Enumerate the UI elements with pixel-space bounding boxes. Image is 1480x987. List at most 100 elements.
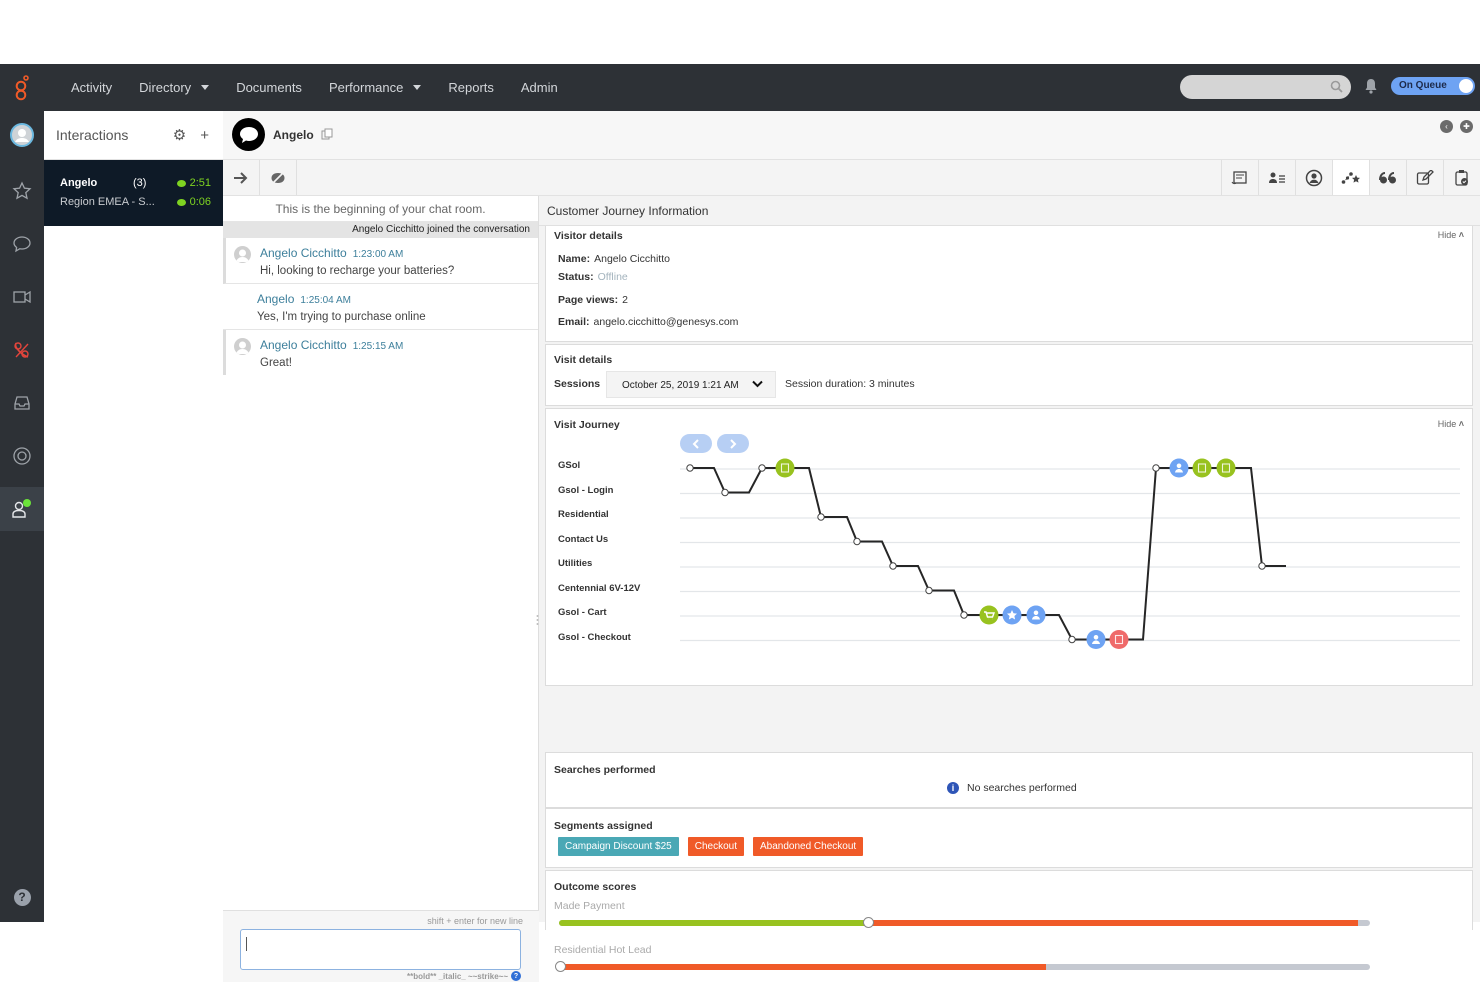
hide-visitor-button[interactable]: Hide ˄ — [1438, 230, 1464, 240]
rail-help[interactable]: ? — [0, 875, 44, 919]
interactions-title: Interactions — [56, 127, 173, 143]
bell-icon[interactable] — [1364, 78, 1378, 99]
journey-event-person-icon[interactable] — [1087, 630, 1106, 649]
lifebuoy-icon — [12, 446, 32, 466]
contact-list-icon — [1268, 171, 1286, 185]
journey-event-star-icon[interactable] — [1003, 606, 1022, 625]
interactions-header: Interactions ⚙ + — [44, 111, 223, 160]
rail-video[interactable] — [0, 275, 44, 319]
journey-event-content-icon[interactable] — [776, 459, 795, 478]
chat-icon — [12, 234, 32, 254]
interaction-timer-response: 0:06 — [177, 196, 211, 208]
message-sender: Angelo Cicchitto — [260, 246, 347, 260]
rail-phone[interactable] — [0, 328, 44, 372]
rail-chat[interactable] — [0, 222, 44, 266]
nav-documents[interactable]: Documents — [236, 80, 302, 95]
visit-details-heading: Visit details — [554, 354, 612, 366]
global-search-input[interactable] — [1180, 75, 1351, 99]
message-sender: Angelo Cicchitto — [260, 338, 347, 352]
journey-chart — [546, 409, 1474, 687]
score-threshold-marker — [555, 961, 566, 972]
help-icon[interactable]: ? — [511, 971, 521, 981]
nav-activity[interactable]: Activity — [71, 80, 112, 95]
nav-directory[interactable]: Directory — [139, 80, 209, 95]
wrapup-button[interactable] — [1443, 160, 1480, 195]
chat-avatar — [232, 118, 265, 151]
journey-event-chat-accept-icon[interactable] — [1217, 459, 1236, 478]
rail-agent-status[interactable] — [0, 487, 44, 531]
journey-page-node[interactable] — [818, 514, 824, 520]
message-time: 1:23:00 AM — [353, 249, 404, 260]
transfer-button[interactable] — [223, 160, 260, 195]
hide-chat-button[interactable] — [260, 160, 297, 195]
chevron-down-icon — [752, 372, 763, 399]
external-contact-button[interactable] — [1295, 160, 1332, 195]
outcome-scores-section: Outcome scores Made PaymentResidential H… — [545, 870, 1473, 930]
user-circle-icon — [1305, 169, 1323, 187]
journey-event-person-icon[interactable] — [1170, 459, 1189, 478]
journey-event-cart-icon[interactable] — [980, 606, 999, 625]
message-text: Yes, I'm trying to purchase online — [257, 311, 538, 323]
script-icon — [1231, 170, 1249, 186]
journey-event-person-icon[interactable] — [1027, 606, 1046, 625]
notes-button[interactable] — [1406, 160, 1443, 195]
script-button[interactable] — [1221, 160, 1258, 195]
journey-page-node[interactable] — [854, 538, 860, 544]
session-select[interactable]: October 25, 2019 1:21 AM — [606, 371, 776, 398]
visitor-details-section: Visitor details Hide ˄ Name:Angelo Cicch… — [545, 226, 1473, 342]
interaction-timer-total: 2:51 — [177, 177, 211, 189]
app-window: Activity Directory Documents Performance… — [0, 64, 1480, 922]
rail-support[interactable] — [0, 434, 44, 478]
gear-icon[interactable]: ⚙ — [173, 126, 186, 144]
visitor-page-views: Page views:2 — [558, 294, 628, 306]
visitor-details-heading: Visitor details — [554, 230, 623, 242]
outcome-score-label: Residential Hot Lead — [554, 944, 651, 956]
responses-button[interactable] — [1369, 160, 1406, 195]
nav-admin[interactable]: Admin — [521, 80, 558, 95]
journey-page-node[interactable] — [1069, 636, 1075, 642]
expand-circle-icon[interactable]: ✚ — [1460, 120, 1473, 133]
no-searches-notice: i No searches performed — [947, 782, 1077, 794]
interaction-card[interactable]: Angelo (3) 2:51 Region EMEA - S... 0:06 — [44, 160, 223, 226]
genesys-logo[interactable] — [0, 75, 44, 101]
journey-button[interactable] — [1332, 160, 1369, 195]
add-icon[interactable]: + — [200, 127, 209, 144]
message-input[interactable] — [240, 929, 521, 970]
journey-page-node[interactable] — [1259, 563, 1265, 569]
journey-page-node[interactable] — [961, 612, 967, 618]
left-rail: ? — [0, 111, 44, 922]
journey-event-chat-offer-icon[interactable] — [1193, 459, 1212, 478]
journey-page-node[interactable] — [722, 489, 728, 495]
back-circle-icon[interactable]: ‹ — [1440, 120, 1453, 133]
help-icon: ? — [14, 889, 31, 906]
journey-event-abandon-icon[interactable] — [1110, 630, 1129, 649]
customer-journey-panel: Customer Journey Information Visitor det… — [539, 196, 1480, 922]
journey-page-node[interactable] — [759, 465, 765, 471]
chat-slash-icon — [270, 171, 286, 185]
rail-avatar[interactable] — [0, 113, 44, 157]
score-threshold-marker — [863, 917, 874, 928]
phone-icon — [12, 340, 32, 360]
participant-data-button[interactable] — [1258, 160, 1295, 195]
segments-heading: Segments assigned — [554, 820, 653, 832]
journey-page-node[interactable] — [687, 465, 693, 471]
segment-tag: Abandoned Checkout — [753, 837, 863, 856]
nav-reports[interactable]: Reports — [448, 80, 494, 95]
copy-icon[interactable] — [321, 127, 333, 145]
journey-page-node[interactable] — [1153, 465, 1159, 471]
chat-begin-notice: This is the beginning of your chat room. — [223, 196, 538, 222]
format-help: **bold** _italic_ ~~strike~~? — [407, 971, 521, 981]
visit-journey-section: Visit Journey Hide ˄ GSolGsol - LoginRes… — [545, 408, 1473, 686]
message-sender: Angelo — [257, 292, 294, 306]
score-value-fill — [867, 920, 1358, 926]
interaction-name: Angelo — [60, 177, 97, 189]
journey-page-node[interactable] — [926, 587, 932, 593]
journey-icon — [1341, 171, 1361, 185]
rail-favorites[interactable] — [0, 169, 44, 213]
chat-panel: This is the beginning of your chat room.… — [223, 196, 539, 922]
rail-inbox[interactable] — [0, 381, 44, 425]
chevron-down-icon — [413, 85, 421, 90]
journey-page-node[interactable] — [890, 563, 896, 569]
nav-performance[interactable]: Performance — [329, 80, 421, 95]
on-queue-toggle[interactable]: On Queue — [1391, 77, 1475, 95]
